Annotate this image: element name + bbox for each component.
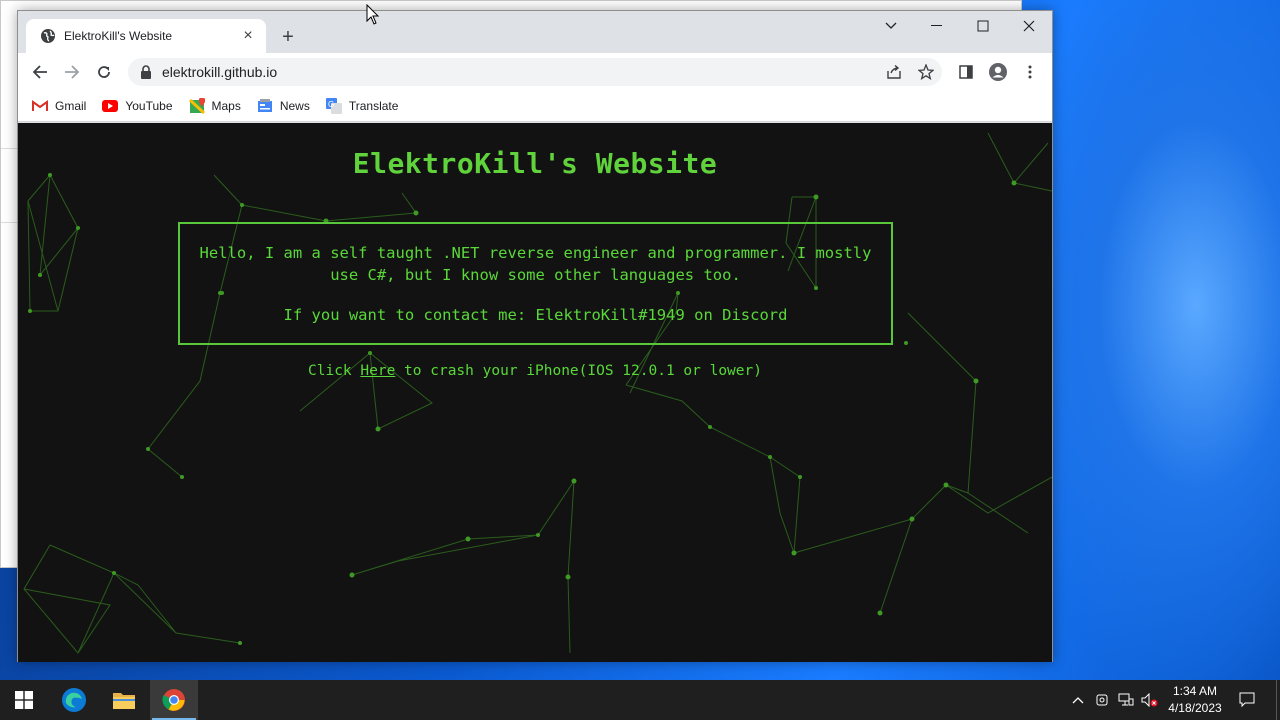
folder-icon <box>113 693 135 709</box>
lock-icon <box>141 65 151 79</box>
taskbar-file-explorer[interactable] <box>100 680 148 720</box>
intro-line-1: Hello, I am a self taught .NET reverse e… <box>199 244 872 262</box>
bookmark-label: YouTube <box>125 99 173 113</box>
minimize-button[interactable] <box>914 11 960 41</box>
crash-iphone-text: Click Here to crash your iPhone(IOS 12.0… <box>18 363 1052 379</box>
network-background-graphic <box>23 132 1052 654</box>
maps-icon <box>188 98 205 114</box>
profile-avatar-icon[interactable] <box>984 58 1012 86</box>
globe-icon <box>41 29 55 43</box>
intro-box: Hello, I am a self taught .NET reverse e… <box>178 222 893 345</box>
edge-icon <box>62 688 86 712</box>
meet-now-icon[interactable] <box>1093 690 1113 710</box>
site-title: ElektroKill's Website <box>352 147 718 180</box>
close-window-button[interactable] <box>1006 11 1052 41</box>
notification-center-icon[interactable] <box>1237 690 1257 710</box>
youtube-icon <box>102 98 119 114</box>
bookmark-label: Gmail <box>55 99 87 113</box>
crash-suffix: to crash your iPhone(IOS 12.0.1 or lower… <box>395 363 762 379</box>
svg-text:G: G <box>328 100 334 109</box>
gmail-icon <box>32 98 48 114</box>
menu-kebab-icon[interactable] <box>1016 58 1044 86</box>
show-desktop-button[interactable] <box>1276 680 1280 720</box>
intro-paragraph: Hello, I am a self taught .NET reverse e… <box>180 224 891 286</box>
bookmark-label: News <box>279 99 310 113</box>
news-icon <box>257 98 273 114</box>
windows-icon <box>15 691 33 709</box>
browser-toolbar: elektrokill.github.io <box>18 53 1052 91</box>
taskbar-chrome[interactable] <box>150 680 198 720</box>
new-tab-button[interactable]: + <box>276 25 300 49</box>
show-hidden-icons-chevron-icon[interactable] <box>1068 690 1088 710</box>
bookmark-maps[interactable]: Maps <box>188 98 241 114</box>
crash-here-link[interactable]: Here <box>360 363 395 379</box>
tab-search-chevron-icon[interactable] <box>868 11 914 41</box>
system-clock[interactable]: 1:34 AM 4/18/2023 <box>1160 683 1230 717</box>
taskbar: 1:34 AM 4/18/2023 <box>0 680 1280 720</box>
crash-prefix: Click <box>308 363 361 379</box>
tab-close-icon[interactable]: × <box>240 27 256 44</box>
url-text: elektrokill.github.io <box>162 64 278 80</box>
bookmark-news[interactable]: News <box>257 98 310 114</box>
chrome-icon <box>162 689 185 711</box>
volume-muted-icon[interactable] <box>1140 690 1160 710</box>
bookmarks-bar: Gmail YouTube Maps News G Translate <box>18 91 1052 122</box>
mouse-cursor-icon <box>366 4 380 25</box>
side-panel-icon[interactable] <box>952 58 980 86</box>
intro-line-2: use C#, but I know some other languages … <box>330 266 741 284</box>
back-button[interactable] <box>28 60 52 84</box>
reload-button[interactable] <box>92 60 116 84</box>
tab-elektrokill[interactable]: ElektroKill's Website × <box>26 19 266 53</box>
bookmark-label: Maps <box>211 99 241 113</box>
tab-strip: ElektroKill's Website × + <box>18 11 1052 53</box>
tab-title: ElektroKill's Website <box>64 29 173 43</box>
network-icon[interactable] <box>1116 690 1136 710</box>
bookmark-gmail[interactable]: Gmail <box>32 98 86 114</box>
contact-text: If you want to contact me: ElektroKill#1… <box>283 306 788 324</box>
bookmark-youtube[interactable]: YouTube <box>102 98 173 114</box>
browser-window: ElektroKill's Website × + elektrokill.gi… <box>17 10 1053 662</box>
address-bar[interactable]: elektrokill.github.io <box>128 58 942 86</box>
bookmark-translate[interactable]: G Translate <box>325 98 399 114</box>
bookmark-label: Translate <box>348 99 399 113</box>
bookmark-star-icon[interactable] <box>912 58 940 86</box>
web-page-content: ElektroKill's Website Hello, I am a self… <box>18 123 1052 662</box>
clock-date: 4/18/2023 <box>1168 701 1222 715</box>
share-icon[interactable] <box>880 58 908 86</box>
start-button[interactable] <box>0 680 48 720</box>
taskbar-edge[interactable] <box>50 680 98 720</box>
translate-icon: G <box>325 98 342 114</box>
maximize-button[interactable] <box>960 11 1006 41</box>
forward-button[interactable] <box>60 60 84 84</box>
clock-time: 1:34 AM <box>1172 684 1218 698</box>
